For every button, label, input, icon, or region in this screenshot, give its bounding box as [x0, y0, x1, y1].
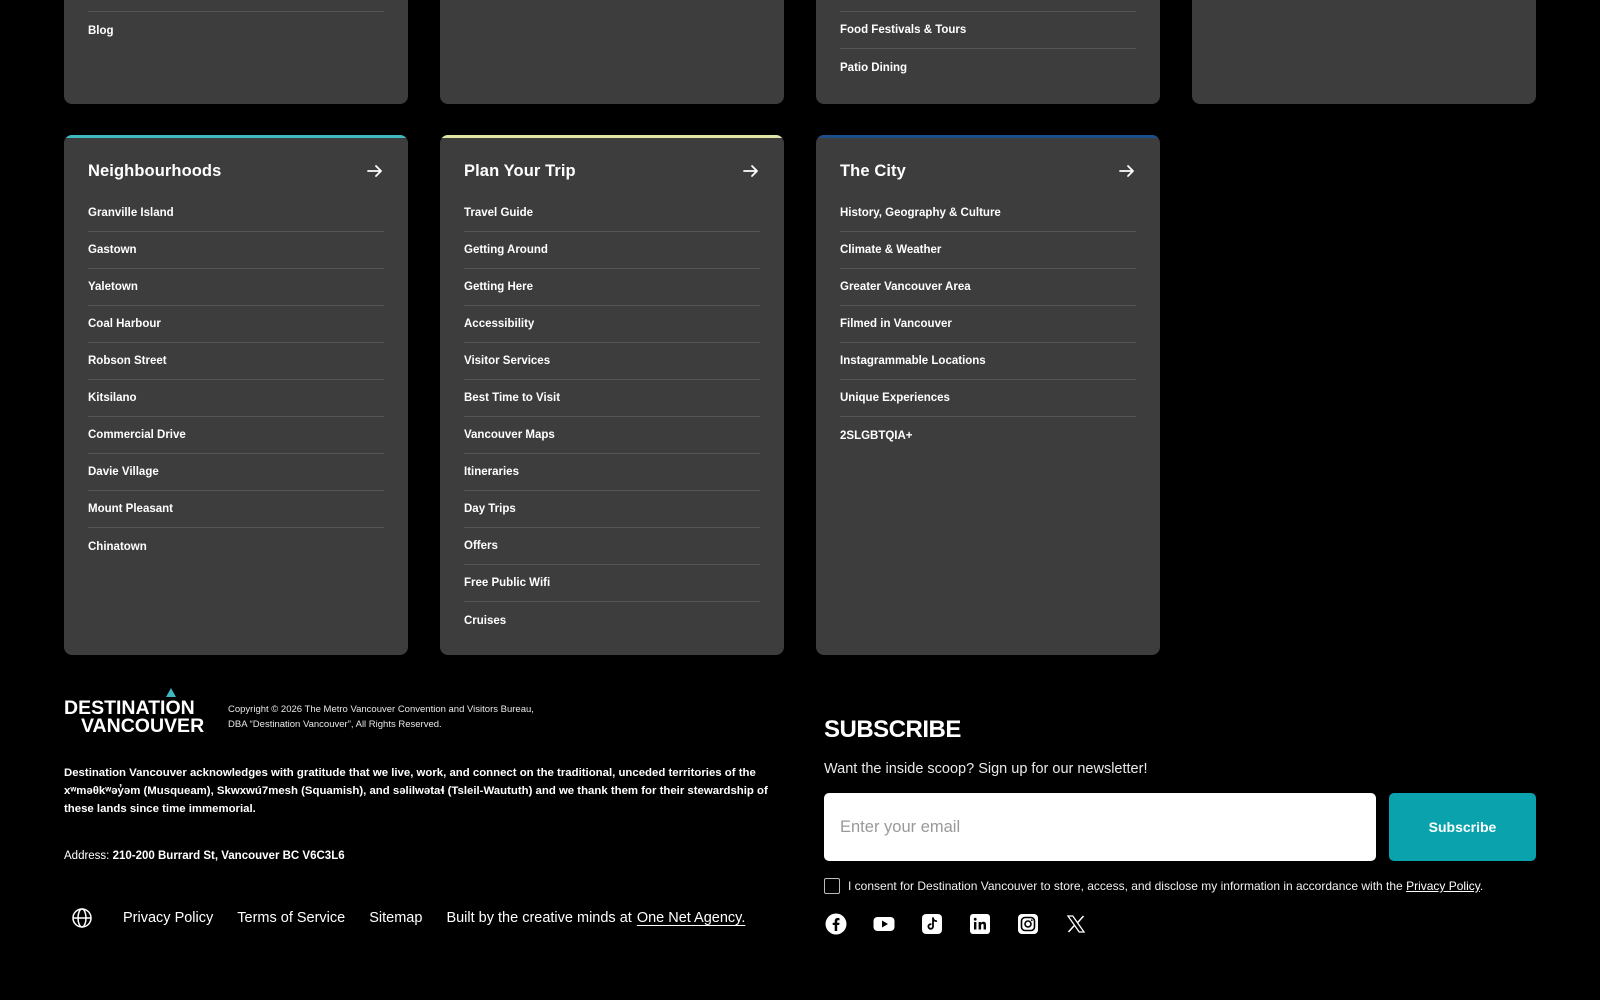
address-label: Address:: [64, 850, 110, 862]
card-links: Travel Guide Getting Around Getting Here Ac…: [464, 195, 760, 639]
subscribe-button[interactable]: Subscribe: [1389, 793, 1536, 861]
globe-icon[interactable]: [71, 907, 93, 929]
card-links: History, Geography & Culture Climate & We…: [840, 195, 1136, 454]
list-item[interactable]: Robson Street: [88, 343, 384, 380]
linkedin-icon[interactable]: [969, 913, 991, 935]
copyright-line1: Copyright © 2026 The Metro Vancouver Con…: [228, 704, 534, 715]
list-item[interactable]: Mount Pleasant: [88, 491, 384, 528]
youtube-icon[interactable]: [873, 913, 895, 935]
list-item[interactable]: Free Public Wifi: [464, 565, 760, 602]
subscribe-title: SUBSCRIBE: [824, 716, 961, 743]
consent-privacy-link[interactable]: Privacy Policy: [1406, 879, 1480, 893]
list-item[interactable]: Climate & Weather: [840, 232, 1136, 269]
list-item[interactable]: Itineraries: [464, 454, 760, 491]
list-item[interactable]: [88, 0, 384, 12]
footer-links: Privacy Policy Terms of Service Sitemap …: [64, 905, 745, 931]
card-title: The City: [840, 161, 906, 180]
card-header[interactable]: Neighbourhoods: [88, 157, 384, 185]
logo-line2: VANCOUVER: [81, 715, 204, 734]
list-item-food-festivals[interactable]: Food Festivals & Tours: [840, 12, 1136, 49]
privacy-policy-link[interactable]: Privacy Policy: [123, 910, 213, 926]
list-item[interactable]: Kitsilano: [88, 380, 384, 417]
instagram-icon[interactable]: [1017, 913, 1039, 935]
tiktok-icon[interactable]: [921, 913, 943, 935]
list-item[interactable]: Yaletown: [88, 269, 384, 306]
list-item[interactable]: Vancouver Maps: [464, 417, 760, 454]
agency-link[interactable]: One Net Agency.: [637, 910, 746, 926]
card-top-col4: [1192, 0, 1536, 104]
arrow-right-icon[interactable]: [1118, 162, 1136, 180]
list-item[interactable]: Gastown: [88, 232, 384, 269]
list-item[interactable]: Visitor Services: [464, 343, 760, 380]
list-item[interactable]: 2SLGBTQIA+: [840, 417, 1136, 454]
card-title: Plan Your Trip: [464, 161, 576, 180]
list-item-patio-dining[interactable]: Patio Dining: [840, 49, 1136, 86]
card-top-col1: Blog: [64, 0, 408, 104]
card-plan-your-trip: Plan Your Trip Travel Guide Getting Aroun…: [440, 135, 784, 655]
list-item[interactable]: Getting Around: [464, 232, 760, 269]
land-acknowledgement: Destination Vancouver acknowledges with …: [64, 767, 768, 815]
address-value: 210-200 Burrard St, Vancouver BC V6C3L6: [112, 850, 345, 862]
list-item[interactable]: Travel Guide: [464, 195, 760, 232]
list-item[interactable]: Getting Here: [464, 269, 760, 306]
consent-text: I consent for Destination Vancouver to s…: [848, 879, 1484, 893]
list-item[interactable]: Cruises: [464, 602, 760, 639]
list-item[interactable]: Unique Experiences: [840, 380, 1136, 417]
copyright-line2: DBA “Destination Vancouver”, All Rights …: [228, 719, 442, 730]
list-item[interactable]: History, Geography & Culture: [840, 195, 1136, 232]
credit-text: Built by the creative minds at: [446, 910, 632, 926]
x-icon[interactable]: [1065, 913, 1087, 935]
card-header[interactable]: Plan Your Trip: [464, 157, 760, 185]
list-item[interactable]: Instagrammable Locations: [840, 343, 1136, 380]
list-item[interactable]: Day Trips: [464, 491, 760, 528]
list-item[interactable]: [840, 0, 1136, 12]
list-item[interactable]: Offers: [464, 528, 760, 565]
social-links: [825, 913, 1113, 935]
address: Address: 210-200 Burrard St, Vancouver B…: [64, 850, 345, 862]
copyright: Copyright © 2026 The Metro Vancouver Con…: [228, 702, 568, 732]
list-item[interactable]: Chinatown: [88, 528, 384, 565]
consent-row: I consent for Destination Vancouver to s…: [824, 878, 1483, 894]
consent-checkbox[interactable]: [824, 878, 840, 894]
arrow-right-icon[interactable]: [366, 162, 384, 180]
list-item[interactable]: Best Time to Visit: [464, 380, 760, 417]
list-item[interactable]: Greater Vancouver Area: [840, 269, 1136, 306]
terms-of-service-link[interactable]: Terms of Service: [237, 910, 345, 926]
card-header[interactable]: The City: [840, 157, 1136, 185]
sitemap-link[interactable]: Sitemap: [369, 910, 422, 926]
list-item-blog[interactable]: Blog: [88, 12, 384, 49]
card-top-col2: [440, 0, 784, 104]
list-item[interactable]: Granville Island: [88, 195, 384, 232]
card-top-col3: Food Festivals & Tours Patio Dining: [816, 0, 1160, 104]
list-item[interactable]: Commercial Drive: [88, 417, 384, 454]
list-item[interactable]: Davie Village: [88, 454, 384, 491]
card-title: Neighbourhoods: [88, 161, 222, 180]
list-item[interactable]: Coal Harbour: [88, 306, 384, 343]
facebook-icon[interactable]: [825, 913, 847, 935]
destination-vancouver-logo[interactable]: DESTINATION VANCOUVER: [64, 688, 204, 734]
arrow-right-icon[interactable]: [742, 162, 760, 180]
list-item[interactable]: Accessibility: [464, 306, 760, 343]
card-neighbourhoods: Neighbourhoods Granville Island Gastown Ya…: [64, 135, 408, 655]
card-the-city: The City History, Geography & Culture Cli…: [816, 135, 1160, 655]
subscribe-text: Want the inside scoop? Sign up for our n…: [824, 761, 1148, 777]
list-item[interactable]: Filmed in Vancouver: [840, 306, 1136, 343]
card-links: Granville Island Gastown Yaletown Coal Harb…: [88, 195, 384, 565]
email-input[interactable]: [824, 793, 1376, 861]
